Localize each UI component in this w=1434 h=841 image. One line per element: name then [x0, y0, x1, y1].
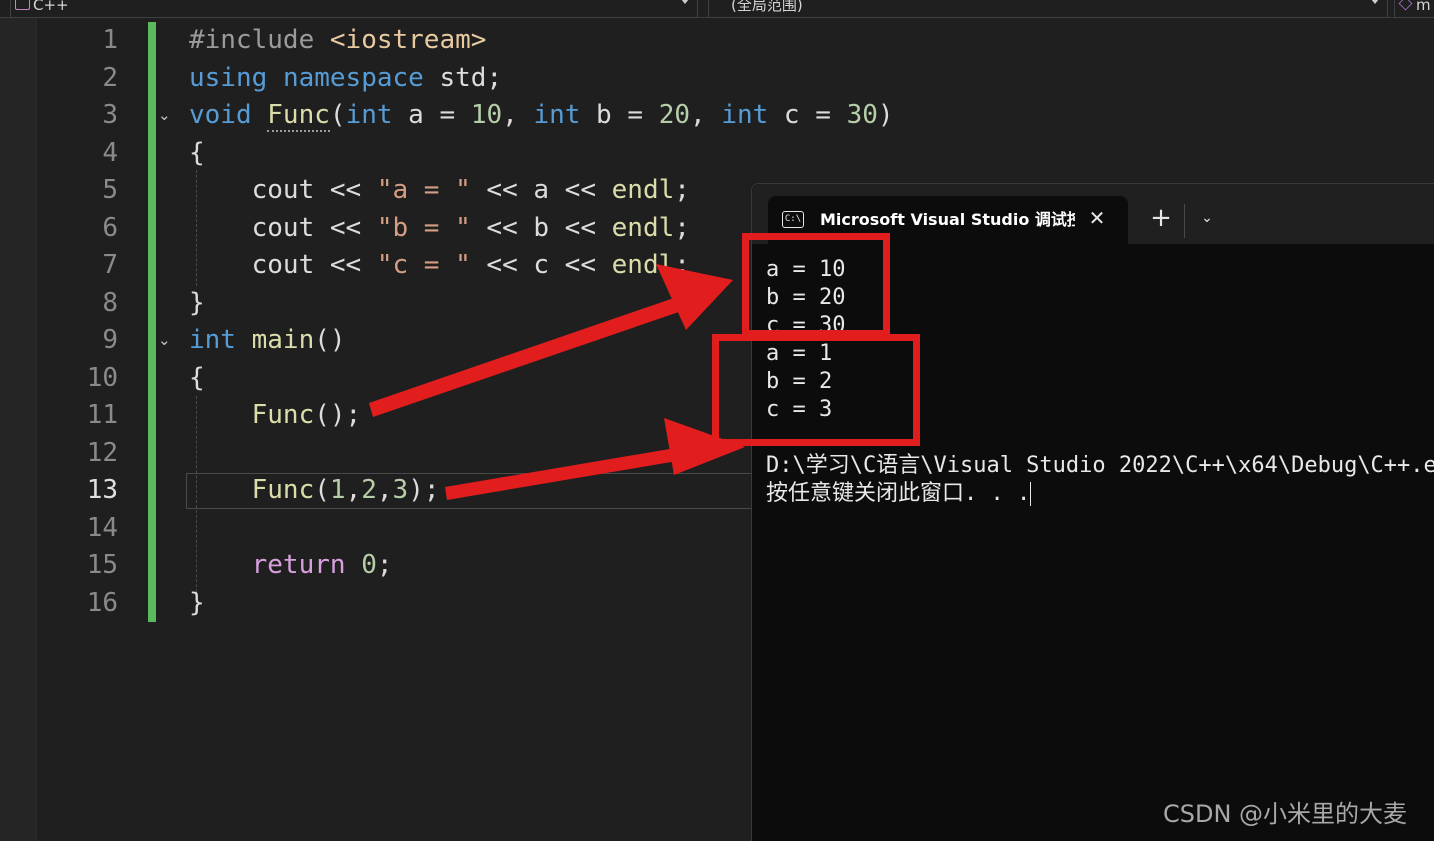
watermark: CSDN @小米里的大麦 [1163, 800, 1408, 828]
annotation-arrows [369, 264, 745, 500]
annotation-arrow-1-shaft [369, 289, 705, 417]
annotation-arrow-2-shaft [445, 445, 695, 500]
annotation-arrow-1-head [656, 264, 733, 330]
annotation-arrow-2-head [664, 418, 745, 475]
